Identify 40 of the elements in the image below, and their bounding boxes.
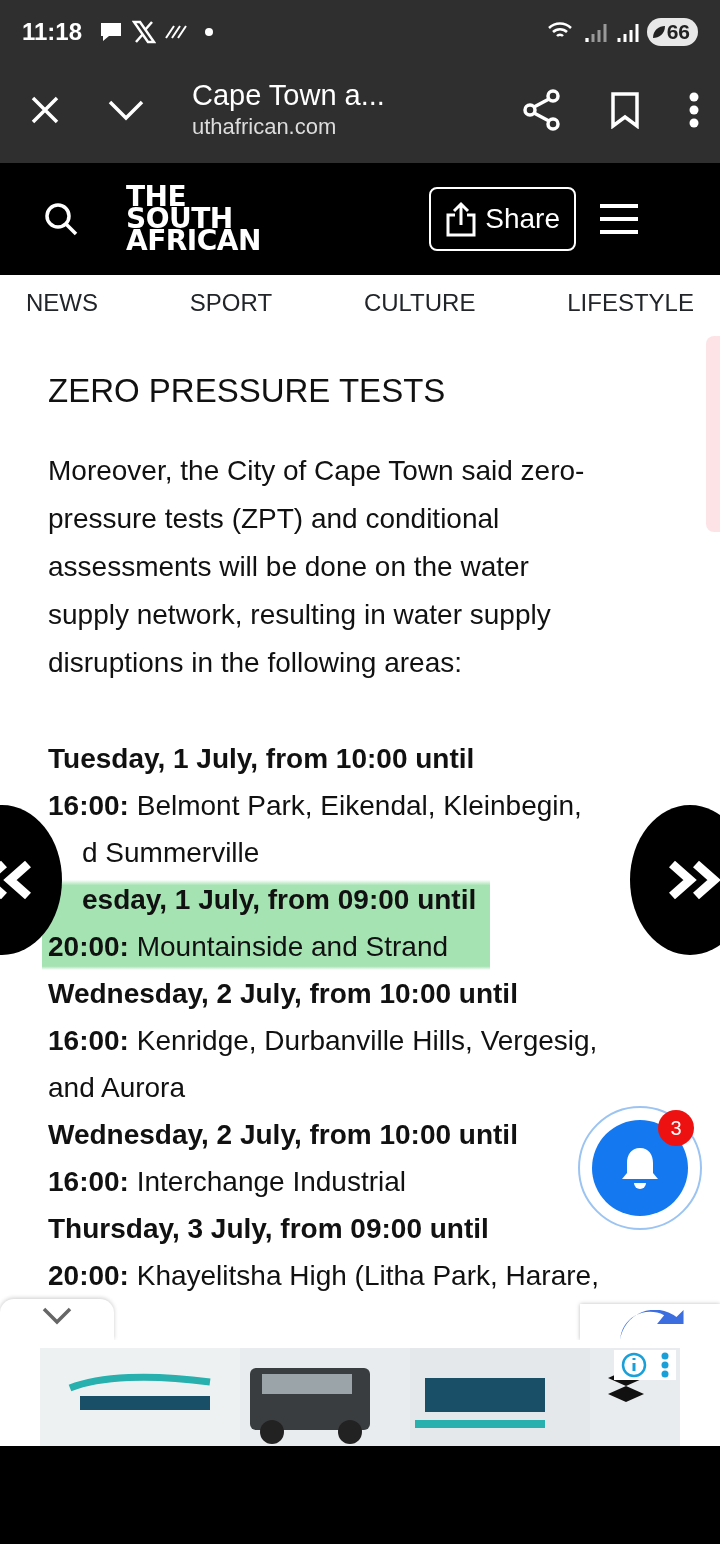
double-chevron-right-icon [666, 860, 720, 900]
bell-icon [619, 1145, 661, 1191]
stripes-icon [164, 24, 189, 40]
nav-link[interactable]: SPORT [189, 285, 273, 321]
more-icon [688, 91, 700, 128]
nav-link[interactable]: CULTURE [363, 285, 476, 321]
expand-button[interactable] [0, 1299, 114, 1340]
status-time: 11:18 [22, 17, 83, 47]
x-logo-icon [132, 20, 157, 44]
more-icon[interactable] [661, 1352, 669, 1378]
chevron-down-icon [42, 1307, 72, 1325]
nav-link[interactable]: NEWS [26, 285, 98, 321]
close-button[interactable] [30, 94, 60, 125]
logo-text: SOUTH [126, 208, 233, 230]
info-icon[interactable] [621, 1352, 647, 1378]
bookmark-button[interactable] [610, 90, 640, 129]
paragraph: Wednesday, 2 July, from 10:00 until 16:00: Kenridge, Durbanville Hills, Vergesig, and Aurora [48, 977, 598, 1105]
battery-level: 66 [666, 19, 690, 45]
close-icon [30, 94, 60, 125]
paragraph: Wednesday, 2 July, from 10:00 until 16:00: Interchange Industrial [48, 1118, 518, 1199]
chevron-down-icon [108, 99, 144, 122]
search-icon[interactable] [44, 202, 78, 236]
share-icon [522, 88, 562, 131]
logo-text: AFRICAN [126, 230, 261, 252]
dot-icon [204, 27, 215, 37]
nav-link[interactable]: LIFESTYLE [567, 285, 694, 321]
section-heading: ZERO PRESSURE TESTS [48, 371, 447, 411]
page-url: uthafrican.com [192, 112, 338, 141]
paragraph: Moreover, the City of Cape Town said zero- pressure tests (ZPT) and conditional assessments will be done on the water supply network, resulting in water supply disruptions in the following areas: [48, 454, 585, 680]
page-title: Cape Town a... [192, 77, 386, 112]
notification-button[interactable] [592, 1120, 688, 1216]
leaf-icon [650, 24, 667, 40]
menu-button[interactable] [688, 91, 700, 128]
share-button[interactable] [522, 88, 562, 131]
paragraph: Thursday, 3 July, from 09:00 until 20:00: Khayelitsha High (Litha Park, Harare, [48, 1212, 599, 1293]
logo-text: THE [126, 186, 187, 208]
bookmark-icon [610, 90, 640, 129]
menu-icon[interactable] [600, 203, 638, 235]
upload-icon [445, 201, 478, 237]
share-button[interactable]: Share [429, 187, 576, 251]
